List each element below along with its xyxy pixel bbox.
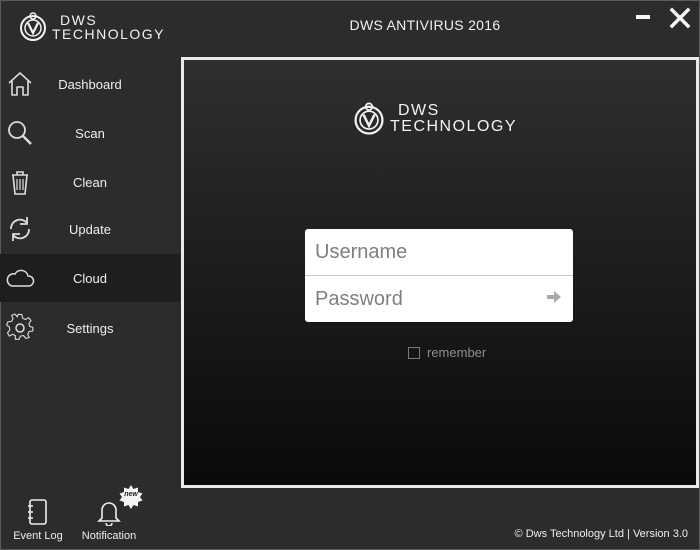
home-icon (8, 72, 32, 96)
remember-checkbox[interactable]: remember (408, 345, 486, 360)
sidebar-item-clean[interactable]: Clean (0, 158, 180, 206)
arrow-right-icon[interactable] (545, 288, 563, 306)
sidebar-item-label: Settings (66, 320, 114, 336)
magnifier-icon (8, 121, 32, 145)
window-title: DWS ANTIVIRUS 2016 (349, 17, 501, 33)
sidebar-item-label: Dashboard (58, 76, 122, 92)
sidebar-item-dashboard[interactable]: Dashboard (0, 60, 180, 108)
panel-brand-logo: DWS TECHNOLOGY (350, 100, 517, 138)
login-form (305, 229, 573, 322)
close-icon[interactable] (668, 6, 692, 30)
sidebar-item-scan[interactable]: Scan (0, 109, 180, 157)
sidebar-item-label: Update (69, 221, 111, 237)
sidebar-item-cloud[interactable]: Cloud (0, 254, 180, 302)
sidebar-item-update[interactable]: Update (0, 205, 180, 253)
sidebar-nav: Dashboard Scan Clean Update Cloud Settin… (0, 58, 180, 358)
login-panel: DWS TECHNOLOGY remember (181, 57, 699, 488)
sidebar-item-settings[interactable]: Settings (0, 304, 180, 352)
footer-separator: | (627, 528, 630, 540)
remember-label: remember (427, 345, 487, 360)
sidebar-item-label: Clean (73, 174, 107, 190)
event-log-label: Event Log (13, 530, 63, 542)
gear-icon (5, 313, 34, 340)
sidebar-item-label: Cloud (73, 270, 107, 286)
sidebar-item-label: Scan (75, 125, 105, 141)
trash-icon (12, 171, 28, 195)
copyright-symbol: © (514, 528, 523, 540)
brand-name-bottom: TECHNOLOGY (390, 118, 518, 135)
notebook-icon (28, 499, 47, 525)
password-input[interactable] (305, 276, 537, 322)
title-bar: DWS TECHNOLOGY DWS ANTIVIRUS 2016 (0, 0, 700, 56)
dws-logo-icon (354, 102, 384, 135)
cloud-icon (6, 269, 35, 287)
refresh-icon (10, 217, 30, 241)
footer-info: © Dws Technology Ltd | Version 3.0 (515, 528, 688, 540)
new-badge: new (118, 484, 144, 510)
checkbox-box[interactable] (408, 346, 420, 359)
username-input[interactable] (305, 229, 573, 275)
version-text: Version 3.0 (632, 528, 688, 540)
new-badge-text: new (124, 491, 138, 498)
notification-label: Notification (81, 530, 137, 542)
event-log-button[interactable]: Event Log (8, 498, 68, 548)
brand-name-top: DWS (398, 102, 440, 119)
minimize-icon[interactable] (634, 8, 654, 28)
company-name: Dws Technology Ltd (525, 528, 624, 540)
